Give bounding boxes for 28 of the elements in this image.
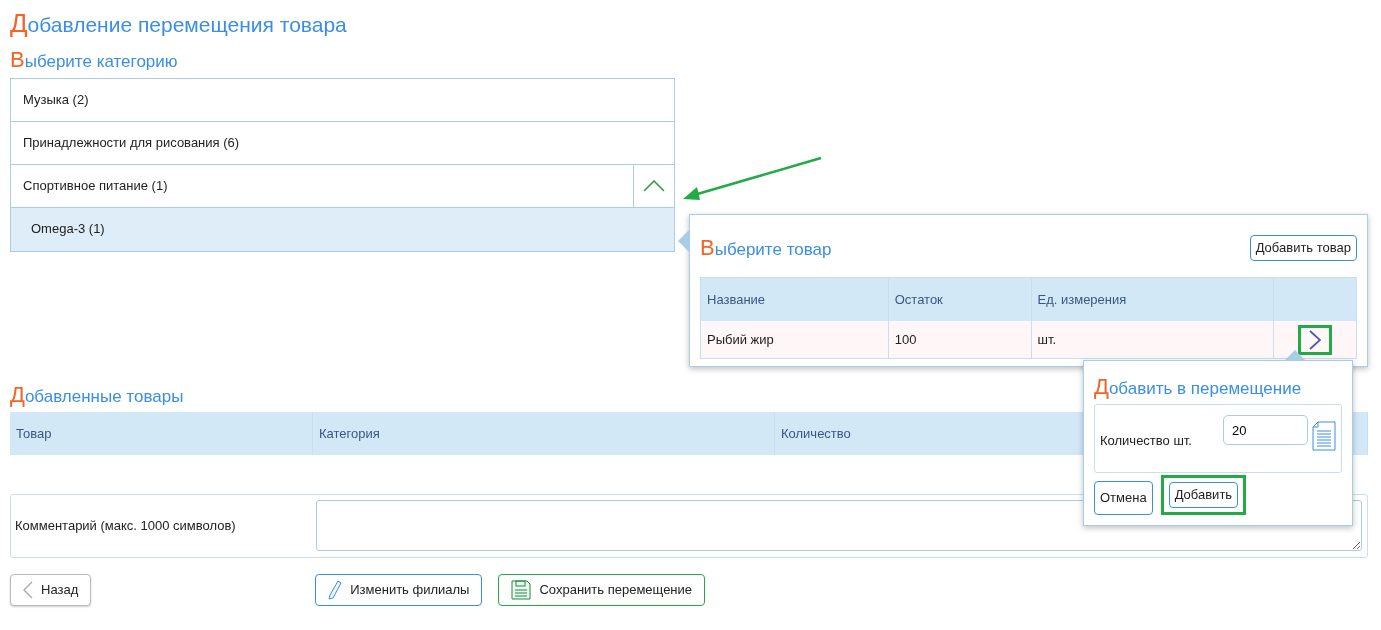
cancel-button[interactable]: Отмена [1094, 481, 1153, 515]
quantity-label: Количество шт. [1100, 432, 1192, 451]
section-title: Добавленные товары [10, 381, 184, 408]
save-button[interactable]: Сохранить перемещение [498, 573, 706, 606]
page-title: Добавление перемещения товара [10, 8, 347, 40]
table-cell: 100 [888, 321, 1032, 359]
column-header: Товар [10, 411, 313, 455]
category-item[interactable]: Принадлежности для рисования (6) [11, 132, 674, 153]
subcategory-item[interactable]: Omega-3 (1) [11, 207, 674, 251]
column-header: Категория [313, 411, 775, 455]
popup-title: Добавить в перемещение [1094, 374, 1302, 401]
document-icon [1312, 421, 1336, 452]
back-button[interactable]: Назад [10, 573, 92, 606]
section-title: Выберите категорию [10, 47, 178, 74]
add-product-button[interactable]: Добавить товар [1249, 235, 1357, 261]
chevron-left-icon [23, 580, 33, 599]
chevron-up-icon [643, 179, 665, 192]
popup-title: Выберите товар [700, 235, 832, 262]
table-cell: шт. [1031, 321, 1275, 359]
category-item[interactable]: Музыка (2) [11, 89, 674, 110]
table-cell: Рыбий жир [701, 321, 889, 359]
pencil-icon [328, 579, 343, 600]
confirm-button[interactable]: Добавить [1168, 482, 1239, 508]
comment-label: Комментарий (макс. 1000 символов) [14, 517, 236, 536]
category-item[interactable]: Спортивное питание (1) [11, 175, 633, 196]
chevron-right-icon [1309, 330, 1322, 351]
change-branches-button[interactable]: Изменить филиалы [315, 573, 483, 606]
quantity-field[interactable]: 20 [1223, 415, 1308, 446]
